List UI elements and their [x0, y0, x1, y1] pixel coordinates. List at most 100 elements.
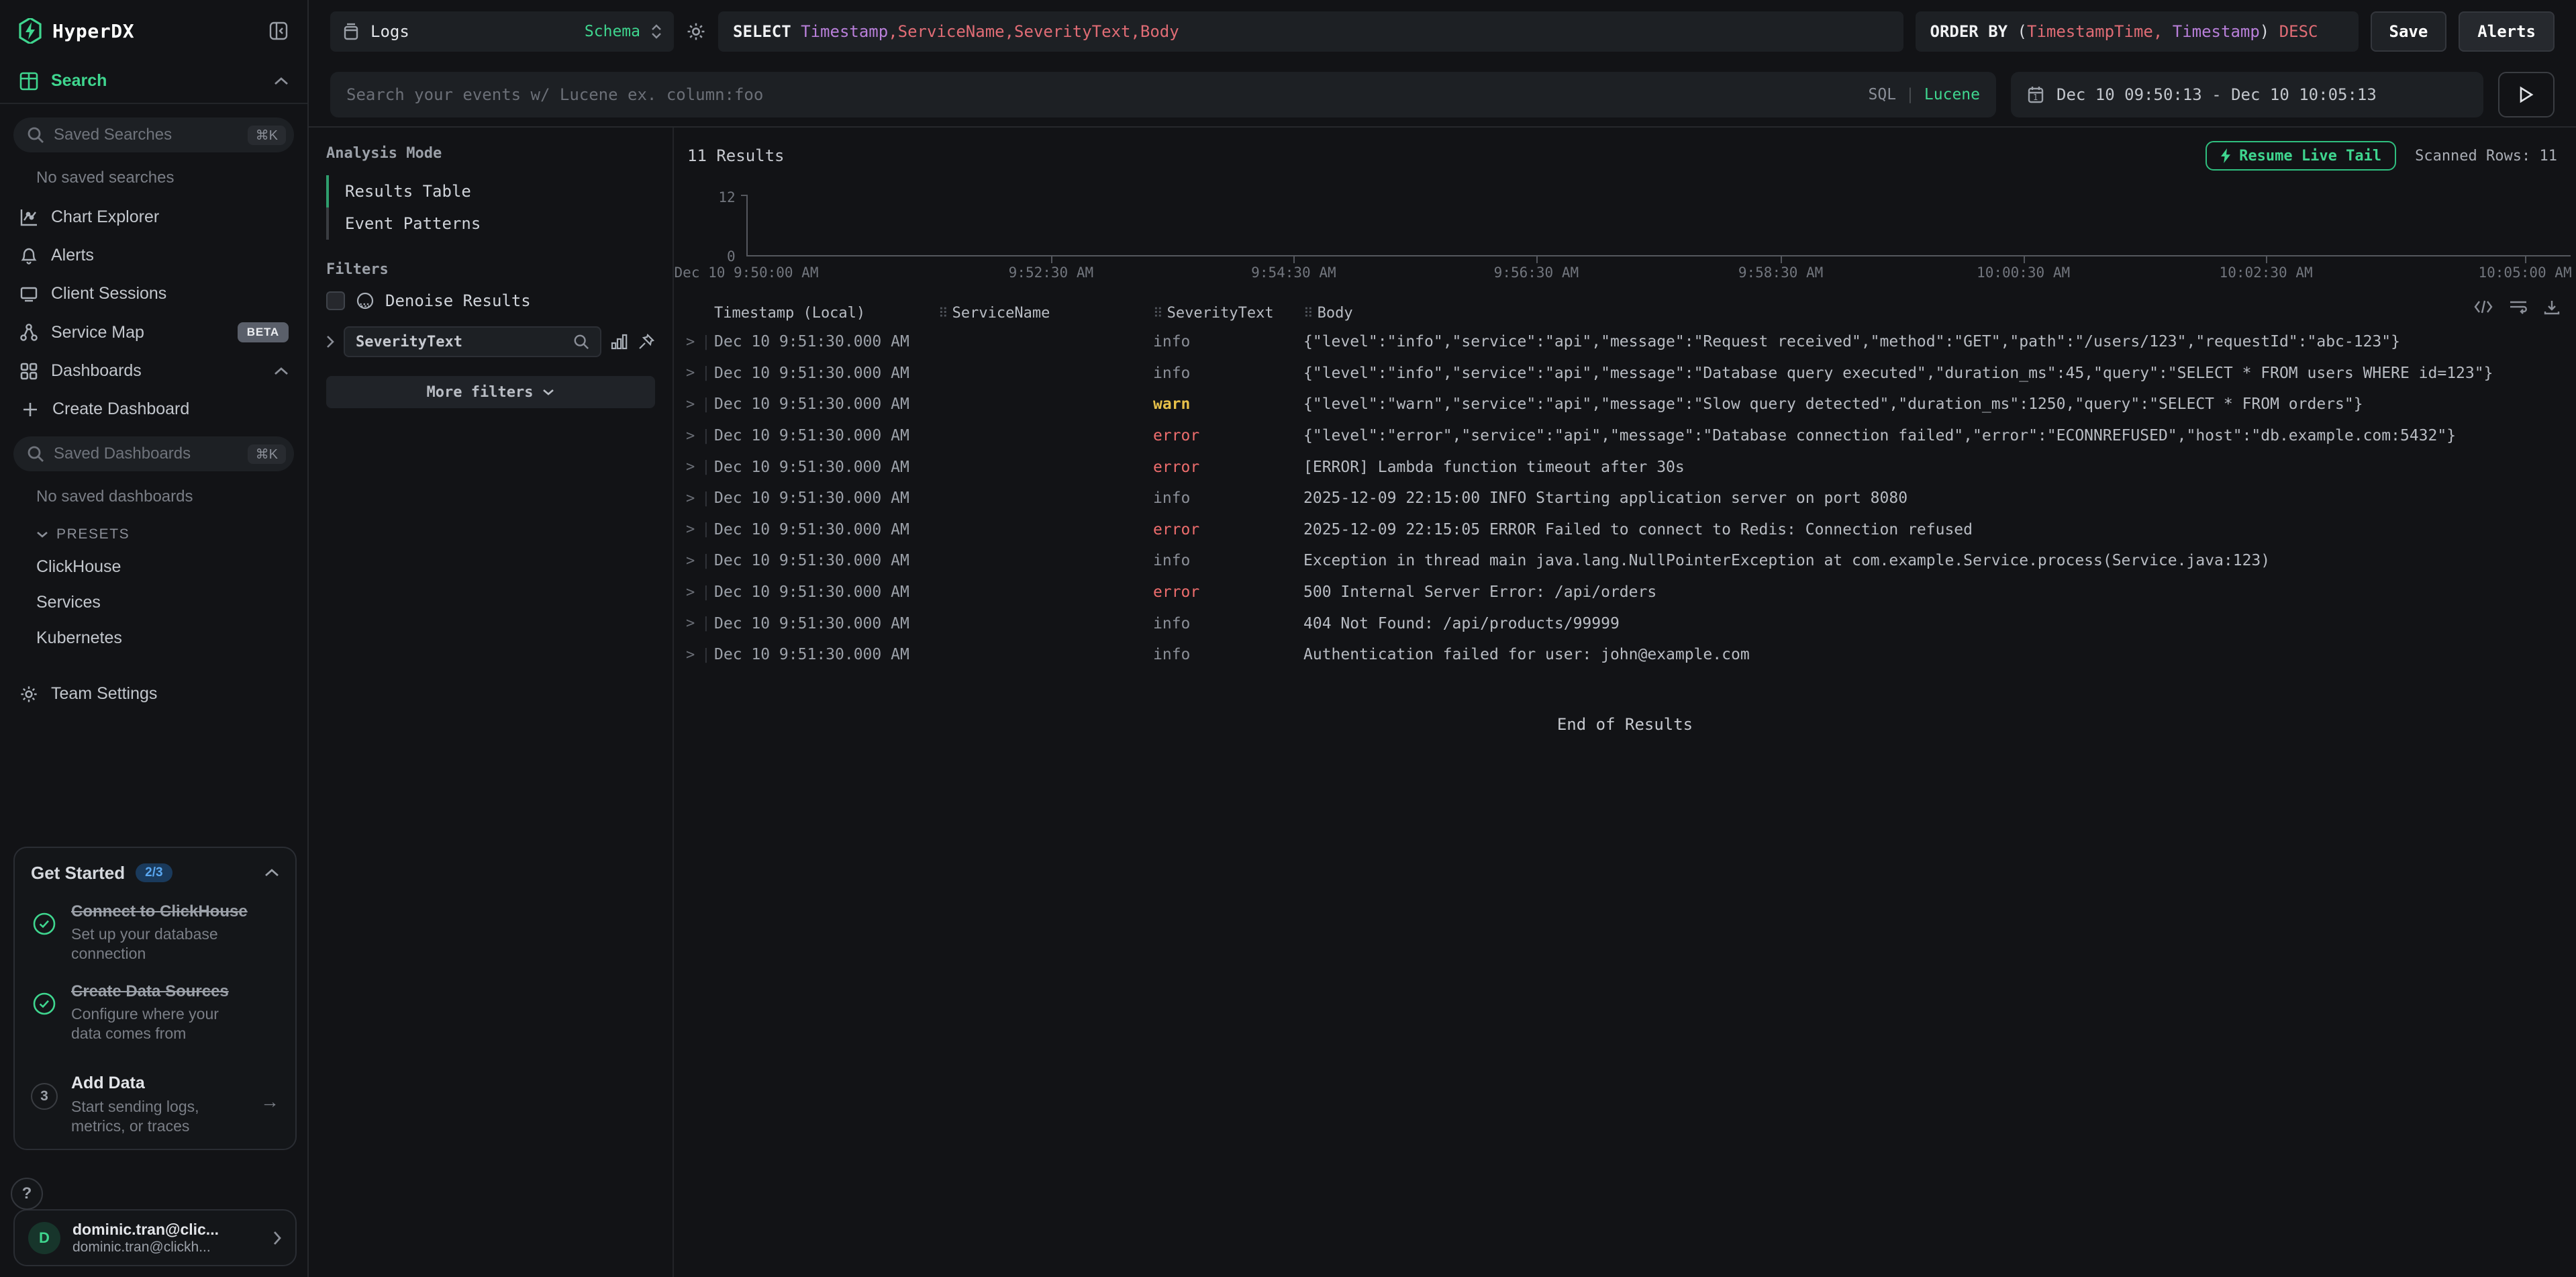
sidebar-item-chart-explorer[interactable]: Chart Explorer — [0, 198, 307, 236]
x-axis-tick-label: 9:54:30 AM — [1251, 265, 1336, 281]
row-expand-chevron[interactable]: > — [686, 365, 695, 381]
mode-results-table[interactable]: Results Table — [326, 175, 655, 207]
cell-timestamp: Dec 10 9:51:30.000 AM — [714, 459, 938, 476]
user-menu[interactable]: D dominic.tran@clic... dominic.tran@clic… — [13, 1209, 297, 1266]
row-expand-chevron[interactable]: > — [686, 490, 695, 507]
row-expand-chevron[interactable]: > — [686, 459, 695, 475]
lucene-toggle[interactable]: Lucene — [1924, 86, 1980, 103]
database-icon — [342, 22, 360, 41]
denoise-label: Denoise Results — [385, 291, 531, 310]
order-by-input[interactable]: ORDER BY ( TimestampTime, Timestamp ) DE… — [1916, 11, 2359, 52]
severity-filter-chip[interactable]: SeverityText — [344, 326, 601, 357]
row-expand-chevron[interactable]: > — [686, 584, 695, 601]
row-expand-chevron[interactable]: > — [686, 553, 695, 569]
sidebar-item-client-sessions[interactable]: Client Sessions — [0, 275, 307, 313]
event-search-input[interactable]: Search your events w/ Lucene ex. column:… — [330, 72, 1996, 117]
chevron-up-icon[interactable] — [264, 868, 279, 878]
cell-timestamp: Dec 10 9:51:30.000 AM — [714, 395, 938, 413]
source-select[interactable]: Logs Schema — [330, 11, 674, 52]
sidebar-item-alerts[interactable]: Alerts — [0, 236, 307, 275]
resume-live-tail-button[interactable]: Resume Live Tail — [2206, 141, 2396, 171]
table-row[interactable]: >|Dec 10 9:51:30.000 AMerror2025-12-09 2… — [674, 514, 2576, 546]
more-filters-button[interactable]: More filters — [326, 376, 655, 408]
download-icon[interactable] — [2544, 299, 2560, 316]
sidebar-collapse-icon[interactable] — [268, 21, 289, 41]
chevron-up-icon[interactable] — [274, 77, 289, 86]
code-view-icon[interactable] — [2474, 299, 2493, 316]
search-icon[interactable] — [573, 334, 589, 350]
presets-header[interactable]: PRESETS — [0, 517, 307, 549]
table-row[interactable]: >|Dec 10 9:51:30.000 AMinfo404 Not Found… — [674, 608, 2576, 639]
cell-body: {"level":"warn","service":"api","message… — [1303, 395, 2576, 413]
chevron-up-icon[interactable] — [274, 367, 289, 376]
wrap-lines-icon[interactable] — [2509, 299, 2528, 316]
row-expand-chevron[interactable]: > — [686, 521, 695, 538]
row-expand-chevron[interactable]: > — [686, 334, 695, 350]
sql-toggle[interactable]: SQL — [1869, 86, 1897, 103]
get-started-step-add-data[interactable]: 3 Add Data Start sending logs, metrics, … — [31, 1072, 279, 1135]
row-expand-chevron[interactable]: > — [686, 615, 695, 632]
table-row[interactable]: >|Dec 10 9:51:30.000 AMerror[ERROR] Lamb… — [674, 451, 2576, 483]
progress-badge: 2/3 — [136, 863, 172, 882]
preset-services[interactable]: Services — [0, 585, 307, 620]
table-row[interactable]: >|Dec 10 9:51:30.000 AMinfo2025-12-09 22… — [674, 483, 2576, 514]
sidebar-item-dashboards[interactable]: Dashboards — [0, 352, 307, 390]
col-header-timestamp[interactable]: Timestamp (Local) — [714, 305, 938, 322]
run-query-button[interactable] — [2498, 72, 2555, 117]
mode-event-patterns[interactable]: Event Patterns — [326, 207, 655, 240]
get-started-step-connect[interactable]: Connect to ClickHouse Set up your databa… — [31, 901, 279, 963]
row-expand-chevron[interactable]: > — [686, 428, 695, 444]
events-histogram[interactable]: 12 0 Dec 10 9:50:00 AM9:52:30 AM9:54:30 … — [746, 189, 2571, 278]
preset-clickhouse[interactable]: ClickHouse — [0, 549, 307, 585]
sidebar: HyperDX Search Saved Searches ⌘K No save… — [0, 0, 309, 1277]
help-button[interactable]: ? — [11, 1178, 43, 1210]
sidebar-item-search[interactable]: Search — [0, 62, 307, 100]
divider: | — [701, 428, 710, 444]
x-axis-tick — [2266, 256, 2267, 263]
sidebar-item-team-settings[interactable]: Team Settings — [0, 675, 307, 713]
table-row[interactable]: >|Dec 10 9:51:30.000 AMinfo{"level":"inf… — [674, 326, 2576, 358]
sidebar-item-label: Alerts — [51, 246, 94, 265]
bell-icon — [19, 246, 39, 265]
alerts-button[interactable]: Alerts — [2459, 11, 2555, 52]
divider: | — [701, 584, 710, 601]
denoise-checkbox[interactable] — [326, 291, 345, 310]
denoise-results-row[interactable]: Denoise Results — [326, 291, 655, 310]
chevron-right-icon[interactable] — [326, 335, 334, 348]
step-title: Add Data — [71, 1072, 243, 1094]
sidebar-item-service-map[interactable]: Service Map BETA — [0, 313, 307, 352]
drag-handle-icon[interactable]: ⠿ — [938, 305, 947, 321]
date-range-picker[interactable]: 1 Dec 10 09:50:13 - Dec 10 10:05:13 — [2011, 72, 2483, 117]
create-dashboard-button[interactable]: Create Dashboard — [0, 390, 307, 428]
table-row[interactable]: >|Dec 10 9:51:30.000 AMinfoException in … — [674, 545, 2576, 577]
col-header-servicename[interactable]: ⠿ServiceName — [938, 305, 1153, 322]
saved-dashboards-input[interactable]: Saved Dashboards ⌘K — [13, 436, 294, 471]
select-clause-input[interactable]: SELECT Timestamp ,ServiceName,SeverityTe… — [718, 11, 1903, 52]
avatar: D — [28, 1222, 60, 1254]
drag-handle-icon[interactable]: ⠿ — [1153, 305, 1162, 321]
table-row[interactable]: >|Dec 10 9:51:30.000 AMerror{"level":"er… — [674, 420, 2576, 452]
col-header-severitytext[interactable]: ⠿SeverityText — [1153, 305, 1303, 322]
cell-severity: info — [1153, 615, 1303, 632]
drag-handle-icon[interactable]: ⠿ — [1303, 305, 1312, 321]
save-button[interactable]: Save — [2371, 11, 2447, 52]
table-row[interactable]: >|Dec 10 9:51:30.000 AMerror500 Internal… — [674, 577, 2576, 608]
table-row[interactable]: >|Dec 10 9:51:30.000 AMwarn{"level":"war… — [674, 389, 2576, 420]
get-started-card: Get Started 2/3 Connect to ClickHouse Se… — [13, 847, 297, 1150]
divider: | — [701, 459, 710, 475]
preset-kubernetes[interactable]: Kubernetes — [0, 620, 307, 656]
row-expand-chevron[interactable]: > — [686, 647, 695, 663]
chart-bars-icon[interactable] — [611, 334, 628, 350]
saved-searches-input[interactable]: Saved Searches ⌘K — [13, 117, 294, 152]
table-row[interactable]: >|Dec 10 9:51:30.000 AMinfo{"level":"inf… — [674, 358, 2576, 389]
chevron-right-icon — [273, 1231, 282, 1245]
get-started-step-sources[interactable]: Create Data Sources Configure where your… — [31, 981, 279, 1043]
divider: | — [701, 365, 710, 381]
dashboards-icon — [19, 363, 39, 380]
col-header-body[interactable]: ⠿Body — [1303, 305, 2576, 322]
row-expand-chevron[interactable]: > — [686, 396, 695, 413]
pin-icon[interactable] — [638, 333, 655, 350]
source-settings-gear-icon[interactable] — [686, 21, 706, 42]
table-row[interactable]: >|Dec 10 9:51:30.000 AMinfoAuthenticatio… — [674, 639, 2576, 671]
get-started-title: Get Started — [31, 863, 125, 884]
